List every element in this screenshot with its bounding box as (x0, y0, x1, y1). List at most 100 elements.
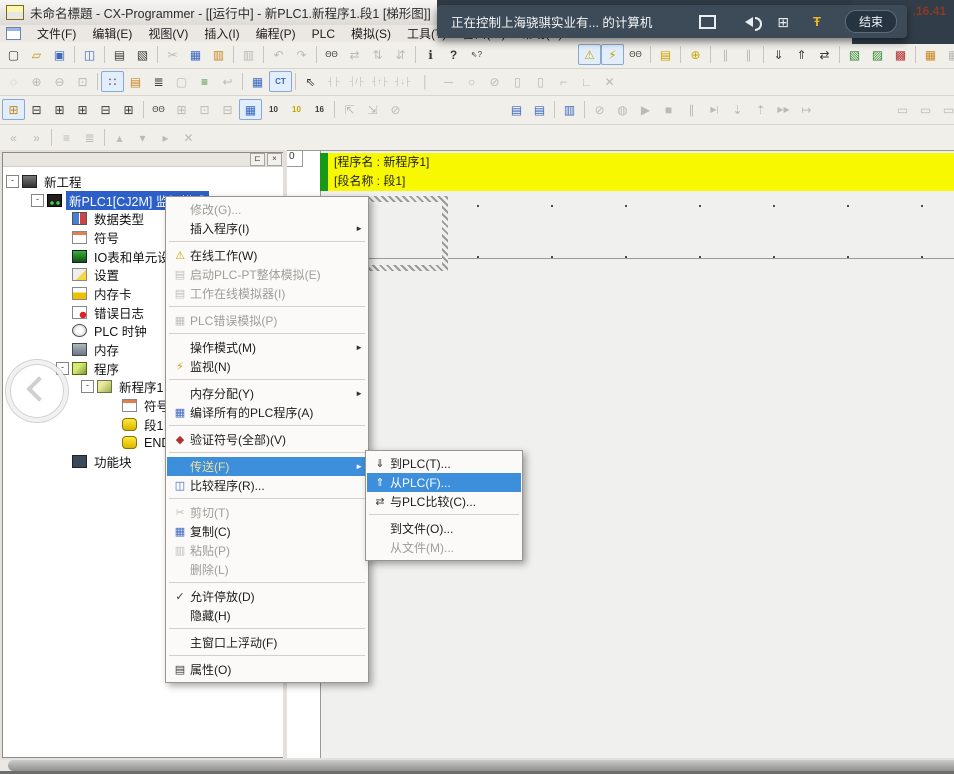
data-trace-icon[interactable]: ⊟ (216, 99, 239, 120)
menu-simulation[interactable]: 模拟(S) (343, 24, 399, 43)
tools-pin-icon[interactable]: Ŧ (813, 14, 821, 29)
force-status-icon[interactable]: ▤ (654, 44, 677, 65)
menu-item-monitor[interactable]: ⚡ 监视(N) (167, 357, 367, 376)
go-to-next-address-icon[interactable]: ▸ (154, 127, 177, 148)
force-cancel-icon[interactable]: ⊘ (384, 99, 407, 120)
monitor-view-icon[interactable]: ⊞ (170, 99, 193, 120)
monitor-window-icon[interactable]: ▢ (170, 71, 193, 92)
simulation-pause-icon[interactable]: ∥ (680, 99, 703, 120)
watch-window-sheet-icon[interactable]: ▦ (942, 44, 954, 65)
rung-manager-icon[interactable]: ≡ (193, 71, 216, 92)
end-session-button[interactable]: 结束 (845, 10, 897, 33)
upload-from-plc-icon[interactable]: ⇑ (790, 44, 813, 65)
mdi-child-icon[interactable] (6, 27, 21, 40)
toggle-cross-reference-icon[interactable]: ⊞ (71, 99, 94, 120)
watch-sheet1-icon[interactable]: ▤ (505, 99, 528, 120)
menu-item-properties[interactable]: ▤ 属性(O) (167, 660, 367, 679)
find-icon[interactable]: ΘΘ (320, 44, 343, 65)
context-help-icon[interactable]: ⇖? (465, 44, 488, 65)
download-to-plc-icon[interactable]: ⇓ (767, 44, 790, 65)
run-to-breakpoint-icon[interactable]: ↦ (795, 99, 818, 120)
go-to-next-output-icon[interactable]: ▴ (108, 127, 131, 148)
submenu-item-from-plc[interactable]: ⇑ 从PLC(F)... (367, 473, 521, 492)
menu-item-cut[interactable]: ✂ 剪切(T) (167, 503, 367, 522)
next-reference-icon[interactable]: » (25, 127, 48, 148)
redo-icon[interactable]: ↷ (290, 44, 313, 65)
paste-attributes-icon[interactable]: ▥ (237, 44, 260, 65)
new-closed-contact-icon[interactable]: ┤/├ (345, 71, 368, 92)
view-symbols-icon[interactable]: ΘΘ (147, 99, 170, 120)
menu-item-work-online-simulator[interactable]: ▤ 工作在线模拟器(I) (167, 284, 367, 303)
menu-item-float-in-main-window[interactable]: 主窗口上浮动(F) (167, 633, 367, 652)
menu-item-verify-symbols-all[interactable]: ◆ 验证符号(全部)(V) (167, 430, 367, 449)
step-in-icon[interactable]: ⇣ (726, 99, 749, 120)
retrace-icon[interactable]: ⇵ (389, 44, 412, 65)
docked-pane-icon-2[interactable]: ▭ (914, 99, 937, 120)
go-to-rung-list-icon[interactable]: ≣ (78, 127, 101, 148)
monitor-hex-icon[interactable]: 16 (308, 99, 331, 120)
continuous-step-icon[interactable]: ▶▶ (772, 99, 795, 120)
rung-comment-block[interactable]: [程序名 : 新程序1] [段名称 : 段1] (328, 153, 954, 191)
zoom-fit-icon[interactable]: ⊡ (71, 71, 94, 92)
section-name-comment[interactable]: [段名称 : 段1] (328, 172, 954, 191)
submenu-item-to-plc[interactable]: ⇓ 到PLC(T)... (367, 454, 521, 473)
new-document-icon[interactable]: ▢ (2, 44, 25, 65)
program-name-comment[interactable]: [程序名 : 新程序1] (328, 153, 954, 172)
cross-reference-icon[interactable]: CT (269, 71, 292, 92)
toggle-address-window-icon[interactable]: ⊟ (94, 99, 117, 120)
monitor-decimal-icon[interactable]: 10 (262, 99, 285, 120)
monitor-mode-icon[interactable]: ⚡ (601, 44, 624, 65)
cut-icon[interactable]: ✂ (161, 44, 184, 65)
pause-icon[interactable]: ∥ (737, 44, 760, 65)
go-to-next-input-icon[interactable]: ▾ (131, 127, 154, 148)
menu-item-insert-program[interactable]: 插入程序(I) ► (167, 219, 367, 238)
watch-sheet2-icon[interactable]: ▤ (528, 99, 551, 120)
new-instruction-icon[interactable]: ▯ (506, 71, 529, 92)
submenu-item-to-file[interactable]: 到文件(O)... (367, 519, 521, 538)
force-off-icon[interactable]: ⇲ (361, 99, 384, 120)
clear-search-icon[interactable]: ✕ (177, 127, 200, 148)
delete-line-icon[interactable]: ✕ (598, 71, 621, 92)
zoom-select-icon[interactable]: ◌ (2, 71, 25, 92)
menu-plc[interactable]: PLC (304, 26, 343, 42)
copy-icon[interactable]: ▦ (184, 44, 207, 65)
show-grid-icon[interactable]: ∷ (101, 71, 124, 92)
monitor-signed-decimal-icon[interactable]: 10 (285, 99, 308, 120)
paste-icon[interactable]: ▥ (207, 44, 230, 65)
menu-item-plc-error-simulation[interactable]: ▦ PLC错误模拟(P) (167, 311, 367, 330)
zoom-out-icon[interactable]: ⊖ (48, 71, 71, 92)
compare-with-plc-icon[interactable]: ⇄ (813, 44, 836, 65)
new-line-icon[interactable]: ∟ (575, 71, 598, 92)
menu-item-work-online[interactable]: ⚠ 在线工作(W) (167, 246, 367, 265)
menu-item-allow-docking[interactable]: ✓ 允许停放(D) (167, 587, 367, 606)
tree-item-new-project[interactable]: - 新工程 (3, 172, 284, 191)
rung-comment-icon[interactable]: ▤ (124, 71, 147, 92)
new-horizontal-icon[interactable]: ─ (437, 71, 460, 92)
print-icon[interactable]: ▤ (108, 44, 131, 65)
expand-toggle[interactable]: - (31, 194, 44, 207)
change-all-icon[interactable]: ⇅ (366, 44, 389, 65)
simulation-stop-icon[interactable]: ■ (657, 99, 680, 120)
pause-simulation-icon[interactable]: ⊘ (588, 99, 611, 120)
help-icon[interactable]: ? (442, 44, 465, 65)
speaker-icon[interactable] (740, 17, 753, 27)
new-contact-icon[interactable]: ┤├ (322, 71, 345, 92)
cancel-online-edit-icon[interactable]: ▩ (889, 44, 912, 65)
docked-pane-icon-1[interactable]: ▭ (891, 99, 914, 120)
watch-view-icon[interactable]: ⊡ (193, 99, 216, 120)
new-closed-coil-icon[interactable]: ⊘ (483, 71, 506, 92)
menu-item-copy[interactable]: ▦ 复制(C) (167, 522, 367, 541)
about-icon[interactable]: ℹ (419, 44, 442, 65)
window-toggle-icon[interactable]: ⊞ (777, 15, 789, 29)
step-run-icon[interactable]: ▶| (703, 99, 726, 120)
back-navigation-overlay[interactable] (6, 360, 68, 422)
watch-sheet3-icon[interactable]: ▥ (558, 99, 581, 120)
menu-item-compile-all-plc-programs[interactable]: ▦ 编译所有的PLC程序(A) (167, 403, 367, 422)
compare-programs-icon[interactable]: ◫ (78, 44, 101, 65)
online-edit-icon[interactable]: ▧ (843, 44, 866, 65)
expand-toggle[interactable]: - (81, 380, 94, 393)
show-comment-list-icon[interactable]: ≣ (147, 71, 170, 92)
pause-monitor-icon[interactable]: ∥ (714, 44, 737, 65)
watch-window-icon[interactable]: ▦ (919, 44, 942, 65)
save-icon[interactable]: ▣ (48, 44, 71, 65)
